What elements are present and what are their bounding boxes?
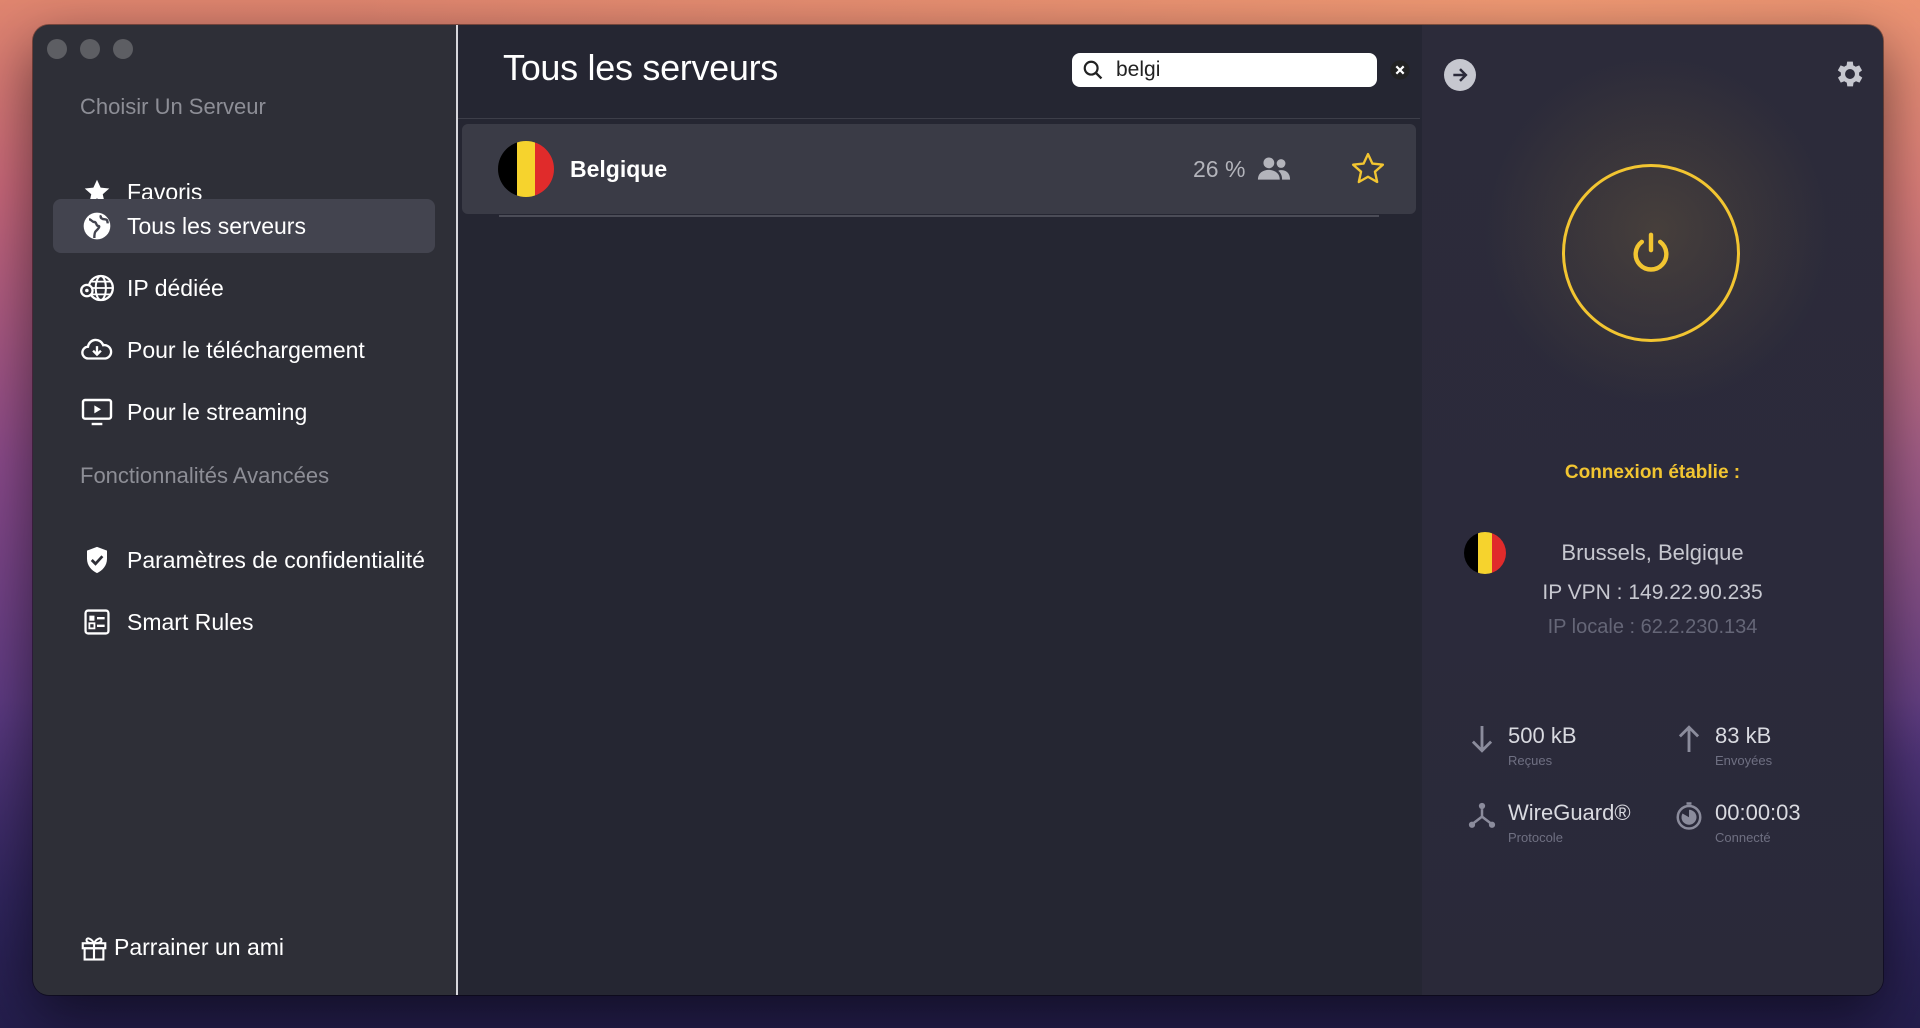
arrow-right-icon	[1450, 65, 1470, 85]
power-button[interactable]	[1562, 164, 1740, 342]
sidebar-item-privacy-settings[interactable]: Paramètres de confidentialité	[53, 533, 435, 587]
power-icon	[1628, 230, 1674, 276]
vpn-ip: IP VPN : 149.22.90.235	[1542, 581, 1763, 604]
duration-label: Connecté	[1715, 830, 1771, 845]
server-row-belgium[interactable]: Belgique 26 %	[462, 124, 1416, 214]
search-input[interactable]	[1114, 57, 1389, 83]
zoom-window-button[interactable]	[113, 39, 133, 59]
belgium-flag-icon	[498, 141, 554, 197]
gift-icon	[78, 931, 110, 963]
sidebar-item-label: Smart Rules	[127, 608, 254, 635]
close-window-button[interactable]	[47, 39, 67, 59]
sidebar-item-label: Pour le streaming	[127, 398, 308, 425]
protocol-nodes-icon	[1466, 799, 1498, 833]
globe-icon	[77, 206, 117, 246]
dedicated-ip-globe-icon	[77, 268, 117, 308]
local-ip: IP locale : 62.2.230.134	[1547, 616, 1758, 638]
sidebar-item-label: Pour le téléchargement	[127, 336, 365, 363]
sidebar-item-torrenting[interactable]: Pour le téléchargement	[53, 323, 435, 377]
shield-check-icon	[77, 540, 117, 580]
arrow-up-icon	[1673, 722, 1705, 756]
window-controls	[47, 39, 133, 59]
collapse-panel-button[interactable]	[1444, 59, 1476, 91]
connected-location: Brussels, Belgique	[1561, 540, 1744, 565]
server-name: Belgique	[570, 155, 668, 182]
arrow-down-icon	[1466, 722, 1498, 756]
play-screen-icon	[77, 392, 117, 432]
sidebar-item-label: Paramètres de confidentialité	[127, 546, 425, 573]
sidebar-item-smart-rules[interactable]: Smart Rules	[53, 595, 435, 649]
vpn-app-window: Choisir Un Serveur Favoris Tous les serv…	[33, 25, 1883, 995]
refer-friend-label: Parrainer un ami	[114, 933, 285, 960]
refer-friend-button[interactable]: Parrainer un ami	[78, 931, 284, 963]
protocol-value: WireGuard®	[1508, 800, 1631, 825]
search-icon	[1082, 59, 1104, 81]
page-title: Tous les serveurs	[503, 47, 779, 88]
sidebar-item-label: Tous les serveurs	[127, 212, 306, 239]
gear-icon	[1833, 57, 1867, 91]
connection-panel: Connexion établie : Brussels, Belgique I…	[1422, 25, 1883, 995]
server-list-panel: Tous les serveurs Belgique 26 %	[458, 25, 1420, 995]
section-title-advanced: Fonctionnalités Avancées	[80, 463, 330, 488]
protocol-label: Protocole	[1508, 830, 1563, 845]
sidebar-item-streaming[interactable]: Pour le streaming	[53, 385, 435, 439]
favorite-star-icon[interactable]	[1349, 150, 1387, 193]
rules-list-icon	[77, 602, 117, 642]
users-icon	[1256, 153, 1292, 188]
connection-status: Connexion établie :	[1564, 462, 1741, 483]
settings-button[interactable]	[1832, 56, 1868, 92]
received-label: Reçues	[1508, 753, 1553, 768]
sent-value: 83 kB	[1715, 723, 1772, 748]
sent-label: Envoyées	[1715, 753, 1773, 768]
header-divider	[458, 118, 1420, 119]
timer-icon	[1673, 799, 1705, 833]
sidebar-item-dedicated-ip[interactable]: IP dédiée	[53, 261, 435, 315]
search-bar	[1072, 53, 1410, 87]
sidebar-item-all-servers[interactable]: Tous les serveurs	[53, 199, 435, 253]
duration-value: 00:00:03	[1715, 800, 1801, 825]
clear-search-icon[interactable]	[1389, 59, 1411, 81]
row-divider	[499, 215, 1379, 217]
minimize-window-button[interactable]	[80, 39, 100, 59]
sidebar-item-label: IP dédiée	[127, 274, 224, 301]
section-title-choose-server: Choisir Un Serveur	[80, 94, 266, 119]
sidebar: Choisir Un Serveur Favoris Tous les serv…	[33, 25, 458, 995]
received-value: 500 kB	[1508, 723, 1577, 748]
cloud-download-icon	[77, 330, 117, 370]
server-load: 26 %	[1193, 156, 1246, 182]
